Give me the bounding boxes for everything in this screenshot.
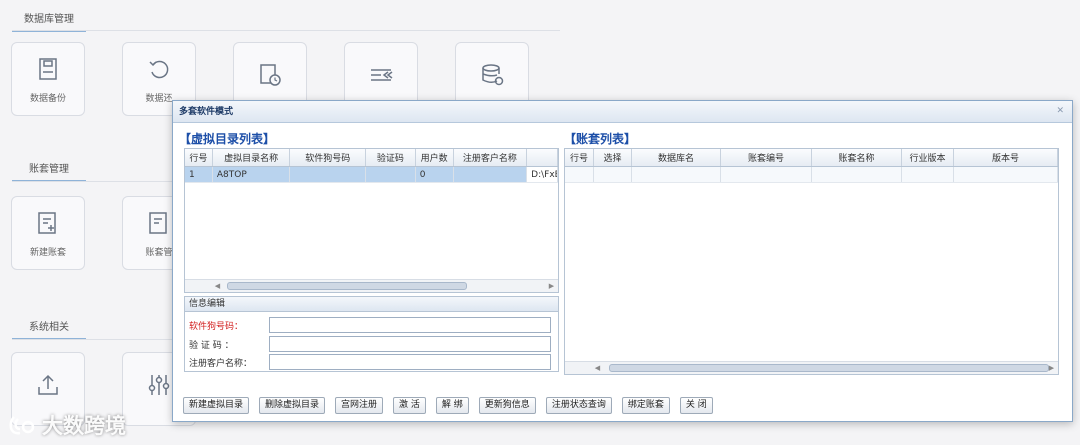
activate-button[interactable]: 激 活 xyxy=(393,397,426,414)
account-grid[interactable]: 行号 选择 数据库名 账套编号 账套名称 行业版本 版本号 ◀ ▶ xyxy=(564,148,1059,375)
restore-icon xyxy=(149,60,169,78)
column-header[interactable]: 虚拟目录名称 xyxy=(213,149,291,166)
customer-name-label: 注册客户名称： xyxy=(189,358,253,369)
virtual-list-title: 【虚拟目录列表】 xyxy=(179,132,276,146)
new-account-icon xyxy=(38,211,56,234)
section-title-system: 系统相关 xyxy=(12,318,86,340)
table-row[interactable]: 1 A8TOP 0 D:\FxE xyxy=(185,167,558,183)
table-cell xyxy=(594,167,632,182)
verify-code-row: 验 证 码 ： xyxy=(189,336,551,352)
close-icon[interactable]: ✕ xyxy=(1056,106,1064,116)
tile-label: 账套管 xyxy=(145,247,173,258)
account-manage-icon xyxy=(149,211,167,234)
button-bar: 新建虚拟目录 删除虚拟目录 宫网注册 激 活 解 绑 更新狗信息 注册状态查询 … xyxy=(183,397,723,414)
database-schedule-icon xyxy=(260,64,281,86)
scroll-thumb[interactable] xyxy=(609,364,1049,372)
section-divider xyxy=(12,339,172,340)
account-list-title: 【账套列表】 xyxy=(564,132,637,146)
column-header[interactable]: 账套编号 xyxy=(721,149,812,166)
upload-icon xyxy=(38,374,58,395)
tile-label: 新建账套 xyxy=(29,247,66,258)
scroll-right-icon[interactable]: ▶ xyxy=(1045,362,1058,374)
update-dongle-info-button[interactable]: 更新狗信息 xyxy=(478,397,536,414)
tile-label: 数据还 xyxy=(145,93,173,104)
column-header[interactable]: 数据库名 xyxy=(632,149,721,166)
brand-logo-icon xyxy=(9,416,35,435)
dongle-number-label: 软件狗号码： xyxy=(189,321,244,332)
table-cell xyxy=(902,167,954,182)
section-divider xyxy=(12,181,172,182)
verify-code-field[interactable] xyxy=(269,336,551,352)
grid-header: 行号 虚拟目录名称 软件狗号码 验证码 用户数 注册客户名称 xyxy=(185,149,558,167)
column-header[interactable]: 用户数 xyxy=(416,149,454,166)
multi-software-dialog: 多套软件模式 ✕ 【虚拟目录列表】 行号 虚拟目录名称 软件狗号码 验证码 用户… xyxy=(172,100,1073,422)
table-cell xyxy=(721,167,812,182)
verify-code-label: 验 证 码 ： xyxy=(189,340,234,351)
table-row[interactable] xyxy=(565,167,1058,183)
new-virtual-directory-button[interactable]: 新建虚拟目录 xyxy=(183,397,250,414)
column-header[interactable]: 行号 xyxy=(565,149,594,166)
column-header[interactable]: 行业版本 xyxy=(902,149,954,166)
column-header[interactable]: 账套名称 xyxy=(812,149,902,166)
list-collapse-icon xyxy=(371,69,393,81)
sliders-icon xyxy=(148,375,170,395)
table-cell xyxy=(565,167,594,182)
cell-verify-code xyxy=(366,167,416,182)
cell-user-count: 0 xyxy=(415,167,454,182)
column-header[interactable]: 软件狗号码 xyxy=(290,149,367,166)
column-header[interactable]: 行号 xyxy=(185,149,213,166)
database-backup-icon xyxy=(39,57,57,80)
column-header[interactable]: 验证码 xyxy=(366,149,416,166)
section-title-database: 数据库管理 xyxy=(12,10,86,32)
delete-virtual-directory-button[interactable]: 删除虚拟目录 xyxy=(259,397,326,414)
section-divider xyxy=(12,30,560,31)
cell-row-number: 1 xyxy=(185,167,213,182)
bind-account-button[interactable]: 绑定账套 xyxy=(621,397,670,414)
cell-path: D:\FxE xyxy=(527,167,558,182)
scroll-left-icon[interactable]: ◀ xyxy=(591,362,604,374)
tile-data-backup[interactable]: 数据备份 xyxy=(11,42,85,116)
grid-header: 行号 选择 数据库名 账套编号 账套名称 行业版本 版本号 xyxy=(565,149,1058,167)
registration-status-query-button[interactable]: 注册状态查询 xyxy=(545,397,612,414)
table-cell xyxy=(632,167,721,182)
table-cell xyxy=(954,167,1058,182)
column-header[interactable]: 选择 xyxy=(594,149,632,166)
horizontal-scrollbar[interactable]: ◀ ▶ xyxy=(565,361,1058,374)
cell-dongle-number xyxy=(290,167,367,182)
watermark: 大数跨境 xyxy=(8,410,126,440)
cell-directory-name: A8TOP xyxy=(212,167,291,182)
tile-label: 数据备份 xyxy=(29,93,66,104)
dialog-title: 多套软件模式 xyxy=(173,101,1072,123)
dongle-number-field[interactable] xyxy=(269,317,551,333)
dongle-number-row: 软件狗号码： xyxy=(189,317,551,333)
scroll-thumb[interactable] xyxy=(227,282,467,290)
section-title-account: 账套管理 xyxy=(12,160,86,182)
column-header[interactable]: 注册客户名称 xyxy=(454,149,528,166)
scroll-left-icon[interactable]: ◀ xyxy=(211,280,224,292)
watermark-text: 大数跨境 xyxy=(42,414,126,438)
cell-customer-name xyxy=(453,167,528,182)
official-register-button[interactable]: 宫网注册 xyxy=(335,397,384,414)
virtual-directory-grid[interactable]: 行号 虚拟目录名称 软件狗号码 验证码 用户数 注册客户名称 1 A8TOP 0… xyxy=(184,148,559,293)
info-edit-title: 信息编辑 xyxy=(185,297,558,312)
column-header[interactable] xyxy=(527,149,558,166)
customer-name-row: 注册客户名称： xyxy=(189,354,551,370)
close-button[interactable]: 关 闭 xyxy=(679,397,713,414)
customer-name-field[interactable] xyxy=(269,354,551,370)
horizontal-scrollbar[interactable]: ◀ ▶ xyxy=(185,279,558,292)
database-settings-icon xyxy=(482,64,504,86)
info-edit-panel: 信息编辑 软件狗号码： 验 证 码 ： 注册客户名称： xyxy=(184,296,559,372)
unbind-button[interactable]: 解 绑 xyxy=(435,397,469,414)
table-cell xyxy=(812,167,902,182)
tile-new-account[interactable]: 新建账套 xyxy=(11,196,85,270)
column-header[interactable]: 版本号 xyxy=(954,149,1058,166)
scroll-right-icon[interactable]: ▶ xyxy=(545,280,558,292)
